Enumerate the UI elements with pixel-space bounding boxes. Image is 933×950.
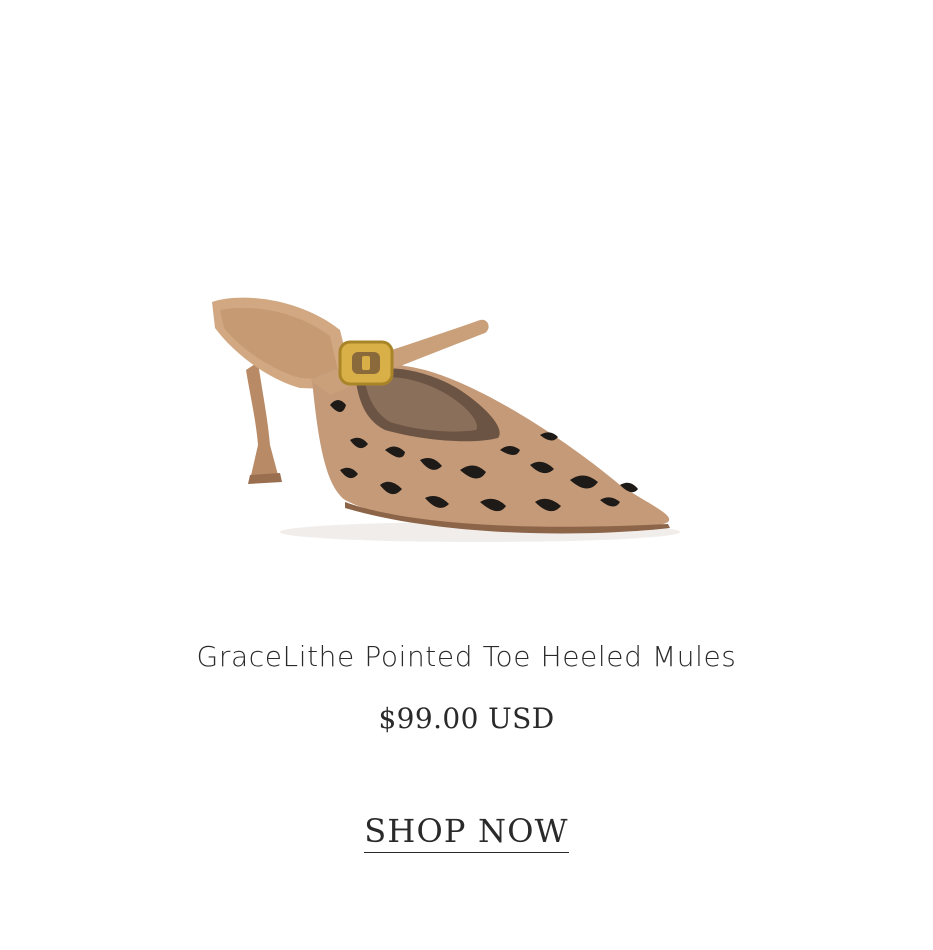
shoe-illustration [212,297,680,542]
product-image[interactable] [180,270,700,570]
shop-now-container: SHOP NOW [0,812,933,853]
product-card: GraceLithe Pointed Toe Heeled Mules $99.… [0,0,933,950]
product-title[interactable]: GraceLithe Pointed Toe Heeled Mules [0,640,933,673]
product-price: $99.00 USD [378,702,555,735]
shop-now-button[interactable]: SHOP NOW [364,812,569,853]
